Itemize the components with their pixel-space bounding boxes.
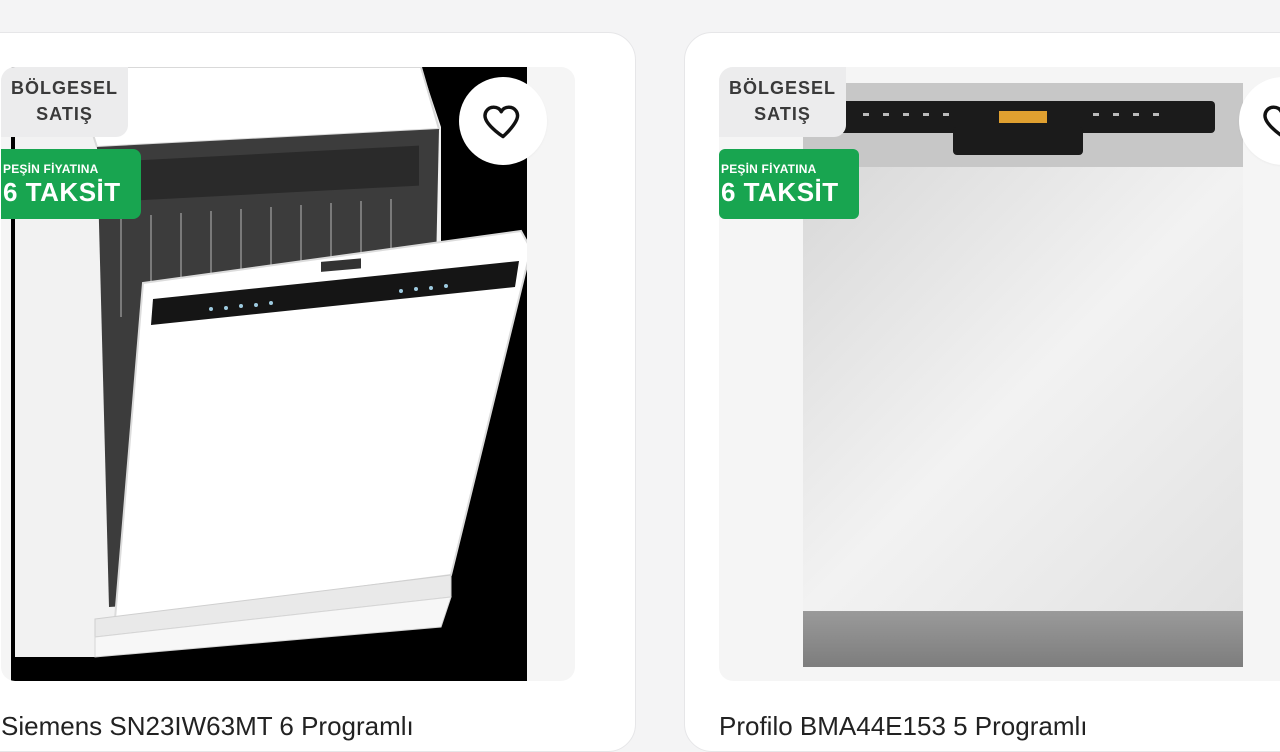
- product-title[interactable]: Siemens SN23IW63MT 6 Programlı: [1, 711, 414, 742]
- regional-sale-badge: BÖLGESEL SATIŞ: [719, 67, 847, 137]
- product-title[interactable]: Profilo BMA44E153 5 Programlı: [719, 711, 1088, 742]
- heart-outline-icon: [483, 105, 520, 139]
- heart-outline-icon: [1263, 105, 1280, 137]
- product-card[interactable]: BÖLGESEL SATIŞ PEŞİN FİYATINA 6 TAKSİT S…: [0, 32, 636, 752]
- installment-badge: PEŞİN FİYATINA 6 TAKSİT: [1, 149, 141, 219]
- product-card[interactable]: BÖLGESEL SATIŞ PEŞİN FİYATINA 6 TAKSİT P…: [684, 32, 1280, 752]
- regional-sale-badge: BÖLGESEL SATIŞ: [1, 67, 129, 137]
- product-image: [803, 83, 1243, 667]
- product-image-area[interactable]: BÖLGESEL SATIŞ PEŞİN FİYATINA 6 TAKSİT: [719, 67, 1280, 681]
- favorite-button[interactable]: [459, 77, 547, 165]
- installment-badge: PEŞİN FİYATINA 6 TAKSİT: [719, 149, 859, 219]
